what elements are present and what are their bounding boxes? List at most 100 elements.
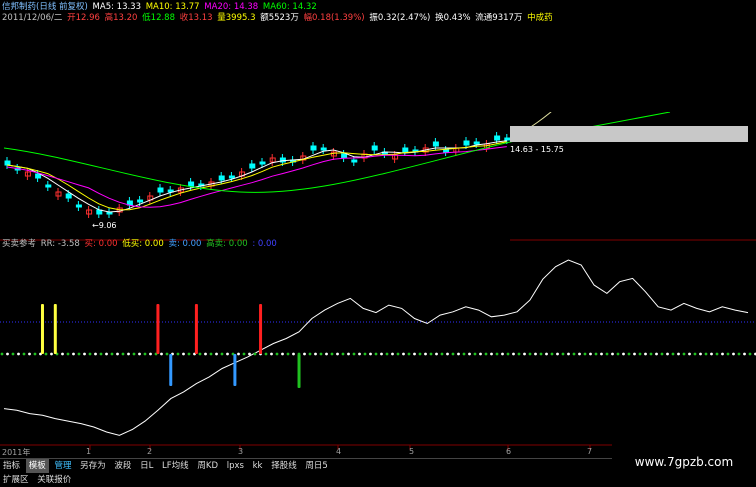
baseline-dot: [523, 352, 526, 356]
baseline-dot: [132, 352, 136, 356]
baseline-dot: [325, 352, 328, 356]
tab-lpxs[interactable]: lpxs: [224, 459, 247, 473]
baseline-dot: [248, 352, 251, 356]
ma20-line: [6, 146, 507, 208]
baseline-dot: [655, 352, 658, 356]
baseline-dot: [336, 352, 339, 356]
tab-band[interactable]: 波段: [111, 459, 134, 473]
baseline-dot: [704, 352, 708, 356]
high-label: 高13.20: [104, 13, 138, 23]
baseline-dot: [77, 352, 81, 356]
candle-body: [157, 187, 164, 193]
indicator-panel[interactable]: [0, 259, 756, 436]
baseline-dot: [594, 352, 598, 356]
baseline-dot: [6, 352, 9, 356]
baseline-dot: [83, 352, 86, 356]
baseline-dot: [550, 352, 554, 356]
grey-range-box: [510, 126, 748, 142]
baseline-dot: [215, 352, 218, 356]
ma10-line: [6, 141, 507, 211]
tab-kk[interactable]: kk: [250, 459, 266, 473]
baseline-dot: [721, 352, 724, 356]
baseline-dot: [286, 352, 290, 356]
range-label: 14.63 - 15.75: [510, 145, 564, 154]
baseline-dot: [468, 352, 471, 356]
candle-body: [228, 175, 235, 179]
date-label: 2011/12/06/二: [2, 13, 63, 23]
tab-manage[interactable]: 管理: [51, 459, 74, 473]
candle-body: [432, 141, 439, 147]
buy-signal-bar: [233, 354, 237, 386]
baseline-dot: [226, 352, 229, 356]
baseline-dot: [22, 352, 26, 356]
baseline-dot: [187, 352, 191, 356]
baseline-dot: [539, 352, 543, 356]
baseline-dot: [314, 352, 317, 356]
candle-body: [45, 184, 52, 188]
overlay-box-middle: [247, 224, 510, 262]
baseline-dot: [479, 352, 482, 356]
baseline-dot: [567, 352, 570, 356]
baseline-dot: [220, 352, 224, 356]
baseline-dot: [638, 352, 642, 356]
baseline-dot: [138, 352, 141, 356]
low-buy-label: 低买: 0.00: [122, 239, 164, 249]
tab-week-kd[interactable]: 周KD: [194, 459, 221, 473]
tab-template[interactable]: 模板: [25, 459, 49, 473]
baseline-dot: [633, 352, 636, 356]
tab-indicator[interactable]: 指标: [0, 459, 23, 473]
baseline-dot: [33, 352, 37, 356]
extra-label: : 0.00: [252, 239, 277, 249]
baseline-dot: [369, 352, 372, 356]
high-sell-signal-bar: [297, 354, 301, 388]
baseline-dot: [424, 352, 427, 356]
baseline-dot: [413, 352, 416, 356]
tab-day-l[interactable]: 日L: [137, 459, 156, 473]
tab-save-as[interactable]: 另存为: [77, 459, 109, 473]
x-month-5: 5: [409, 447, 415, 456]
tab-week-day5[interactable]: 周日5: [302, 459, 330, 473]
baseline-dot: [418, 352, 422, 356]
baseline-dot: [182, 352, 185, 356]
baseline-dot: [644, 352, 647, 356]
tab-stock-pick-line[interactable]: 择股线: [268, 459, 300, 473]
baseline-dot: [105, 352, 108, 356]
baseline-dot: [116, 352, 119, 356]
baseline-dot: [380, 352, 383, 356]
low-buy-signal-bar: [40, 304, 44, 354]
candle-body: [463, 140, 470, 146]
candle-body: [137, 199, 144, 203]
baseline-dot: [66, 352, 70, 356]
stock-name[interactable]: 信邦制药(日线 前复权): [2, 2, 88, 12]
baseline-dot: [72, 352, 75, 356]
baseline-dot: [462, 352, 466, 356]
candle-body: [402, 147, 409, 153]
baseline-dot: [435, 352, 438, 356]
buy-signal-bar: [169, 354, 173, 386]
expand-area-button[interactable]: 扩展区: [0, 475, 32, 485]
change-label: 幅0.18(1.39%): [303, 13, 365, 23]
baseline-dot: [281, 352, 284, 356]
baseline-dot: [572, 352, 576, 356]
baseline-dot: [209, 352, 213, 356]
price-panel[interactable]: [3, 103, 671, 218]
baseline-dot: [292, 352, 295, 356]
x-month-7: 7: [587, 447, 593, 456]
related-quote-button[interactable]: 关联报价: [34, 475, 74, 485]
baseline-dot: [440, 352, 444, 356]
baseline-dot: [402, 352, 405, 356]
close-label: 收13.13: [179, 13, 213, 23]
baseline-dot: [99, 352, 103, 356]
ma60-line: [3, 111, 671, 193]
baseline-dot: [484, 352, 488, 356]
baseline-dot: [347, 352, 350, 356]
baseline-dot: [253, 352, 257, 356]
baseline-dot: [407, 352, 411, 356]
x-month-3: 3: [238, 447, 244, 456]
baseline-dot: [160, 352, 163, 356]
tab-lf-ma[interactable]: LF均线: [159, 459, 192, 473]
baseline-dot: [600, 352, 603, 356]
indicator-name[interactable]: 买卖参考: [2, 239, 36, 249]
baseline-dot: [545, 352, 548, 356]
baseline-dot: [165, 352, 169, 356]
